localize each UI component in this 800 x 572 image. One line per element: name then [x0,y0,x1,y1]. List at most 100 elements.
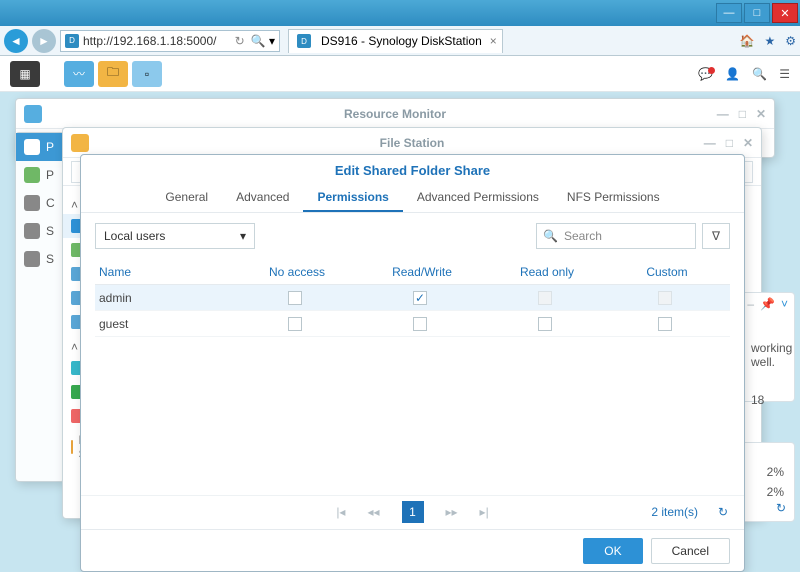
col-no-access[interactable]: No access [235,265,355,279]
cell-name: guest [95,317,235,331]
ok-button[interactable]: OK [583,538,642,564]
site-favicon: D [65,34,79,48]
pct-label: 2% [751,465,784,479]
checkbox-custom[interactable] [658,317,672,331]
browser-toolbar: ◄ ► D http://192.168.1.18:5000/ ↻ 🔍 ▾ D … [0,26,800,56]
tools-icon[interactable]: ⚙ [785,34,796,48]
dsm-toolbar: ▦ 〰 🗀 ▫ 💬 👤 🔍 ☰ [0,56,800,92]
checkbox-no-access[interactable] [288,317,302,331]
pager: |◂ ◂◂ 1 ▸▸ ▸| 2 item(s) ↻ [81,495,744,527]
fs-max-icon[interactable]: □ [726,136,733,150]
checkbox-read-write[interactable]: ✓ [413,291,427,305]
permissions-grid: Name No access Read/Write Read only Cust… [81,259,744,337]
col-read-write[interactable]: Read/Write [355,265,485,279]
dialog-title: Edit Shared Folder Share [81,155,744,184]
fs-min-icon[interactable]: — [704,136,716,150]
os-maximize-button[interactable]: □ [744,3,770,23]
rm-min-icon[interactable]: — [717,107,729,121]
tab-close-icon[interactable]: × [490,34,497,48]
pager-prev-icon[interactable]: ◂◂ [367,505,379,519]
search-input[interactable]: 🔍 Search [536,223,696,249]
refresh-icon[interactable]: ↻ [235,34,245,48]
back-button[interactable]: ◄ [4,29,28,53]
cp-item[interactable]: P [16,133,64,161]
tab-nfs-permissions[interactable]: NFS Permissions [553,184,674,212]
address-bar[interactable]: D http://192.168.1.18:5000/ ↻ 🔍 ▾ [60,30,280,52]
rm-close-icon[interactable]: ✕ [756,107,766,121]
tab-advanced-permissions[interactable]: Advanced Permissions [403,184,553,212]
pin-icon[interactable]: 📌 [760,297,775,311]
chevron-down-icon: ▾ [240,229,246,243]
home-icon[interactable]: 🏠 [740,34,755,48]
app-icon[interactable]: ▫ [132,61,162,87]
browser-tab[interactable]: D DS916 - Synology DiskStation × [288,29,503,53]
user-type-select[interactable]: Local users ▾ [95,223,255,249]
dialog-footer: OK Cancel [81,529,744,571]
search-icon: 🔍 [543,229,558,243]
control-panel-window: P P C S S [15,132,65,482]
search-placeholder: Search [564,229,602,243]
refresh-icon[interactable]: ↻ [776,501,786,515]
cp-item[interactable]: P [16,161,64,189]
checkbox-read-only[interactable] [538,291,552,305]
grid-header: Name No access Read/Write Read only Cust… [95,259,730,285]
col-read-only[interactable]: Read only [485,265,605,279]
chevron-down-icon[interactable]: ˅ [781,297,788,311]
browser-right-tools: 🏠 ★ ⚙ [740,34,796,48]
toolbar-search-icon[interactable]: 🔍 [752,67,767,81]
main-menu-button[interactable]: ▦ [10,61,40,87]
favorites-icon[interactable]: ★ [764,34,775,48]
os-titlebar: — □ ✕ [0,0,800,26]
grid-row[interactable]: guest [95,311,730,337]
fs-window-icon [71,134,89,152]
cell-name: admin [95,291,235,305]
checkbox-read-only[interactable] [538,317,552,331]
health-text: working well. [751,341,784,369]
dialog-tabs: General Advanced Permissions Advanced Pe… [81,184,744,213]
pager-current[interactable]: 1 [402,501,424,523]
pager-next-icon[interactable]: ▸▸ [446,505,458,519]
system-health-widget: –📌˅ working well. 18 [740,292,795,402]
rm-max-icon[interactable]: □ [739,107,746,121]
edit-shared-folder-dialog: Edit Shared Folder Share General Advance… [80,154,745,572]
select-value: Local users [104,229,165,243]
user-icon[interactable]: 👤 [725,67,740,81]
forward-button[interactable]: ► [32,29,56,53]
pin-icon[interactable]: – [747,297,754,311]
pager-refresh-icon[interactable]: ↻ [718,505,728,519]
col-custom[interactable]: Custom [605,265,725,279]
search-icon[interactable]: 🔍 ▾ [251,34,275,48]
cp-item[interactable]: S [16,245,64,273]
cp-item[interactable]: S [16,217,64,245]
grid-row[interactable]: admin ✓ [95,285,730,311]
resource-widget: 2% 2% ↻ [740,442,795,522]
chat-icon[interactable]: 💬 [698,67,713,81]
checkbox-read-write[interactable] [413,317,427,331]
pilot-view-icon[interactable]: ☰ [779,67,790,81]
pct-label: 2% [751,485,784,499]
file-station-icon[interactable]: 🗀 [98,61,128,87]
cp-item[interactable]: C [16,189,64,217]
os-close-button[interactable]: ✕ [772,3,798,23]
checkbox-no-access[interactable] [288,291,302,305]
rm-title: Resource Monitor [344,107,446,121]
pager-last-icon[interactable]: ▸| [480,505,489,519]
rm-window-icon [24,105,42,123]
filter-button[interactable]: ∇ [702,223,730,249]
tab-advanced[interactable]: Advanced [222,184,303,212]
fs-title: File Station [380,136,445,150]
resource-monitor-icon[interactable]: 〰 [64,61,94,87]
tab-favicon: D [297,34,311,48]
fs-close-icon[interactable]: ✕ [743,136,753,150]
tab-general[interactable]: General [151,184,222,212]
pager-count: 2 item(s) [651,505,698,519]
col-name[interactable]: Name [95,265,235,279]
pager-first-icon[interactable]: |◂ [336,505,345,519]
url-text: http://192.168.1.18:5000/ [83,34,229,48]
tab-permissions[interactable]: Permissions [303,184,402,212]
checkbox-custom[interactable] [658,291,672,305]
cancel-button[interactable]: Cancel [651,538,730,564]
os-minimize-button[interactable]: — [716,3,742,23]
date-text: 18 [751,393,784,407]
tab-title: DS916 - Synology DiskStation [321,34,482,48]
